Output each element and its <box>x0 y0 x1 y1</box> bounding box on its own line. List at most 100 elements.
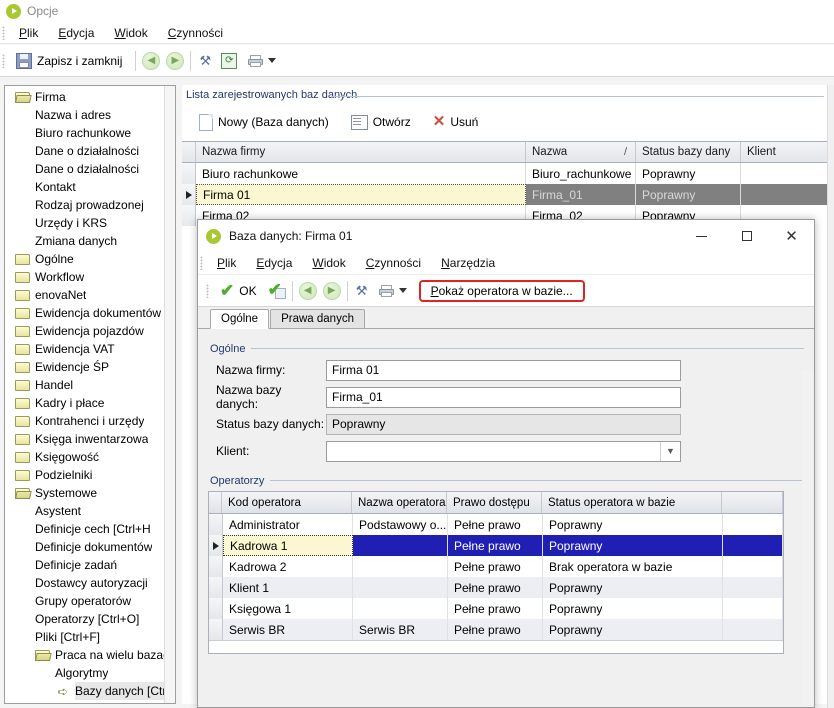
operators-column-header[interactable]: Status operatora w bazie <box>542 492 722 513</box>
tree-item[interactable]: Nazwa i adres <box>5 106 175 124</box>
chevron-down-icon[interactable]: ▼ <box>660 441 680 461</box>
tree-item[interactable]: Workflow <box>5 268 175 286</box>
tree-item[interactable]: Dostawcy autoryzacji <box>5 574 175 592</box>
operator-cell[interactable]: Pełne prawo <box>448 577 543 598</box>
tree-item[interactable]: Dane o działalności <box>5 142 175 160</box>
tree-item[interactable]: Kontrahenci i urzędy <box>5 412 175 430</box>
dialog-vertical-scrollbar[interactable] <box>802 370 813 706</box>
tree-item[interactable]: Ogólne <box>5 250 175 268</box>
operator-row[interactable]: Kadrowa 2 Pełne prawo Brak operatora w baz… <box>209 556 783 577</box>
tree-item[interactable]: Kontakt <box>5 178 175 196</box>
operator-cell[interactable]: Serwis BR <box>353 619 448 640</box>
tree-item[interactable]: Pliki [Ctrl+F] <box>5 628 175 646</box>
dialog-back-arrow-icon[interactable]: ◀ <box>298 281 317 300</box>
table-cell[interactable]: Poprawny <box>636 163 741 184</box>
operator-cell[interactable]: Administrator <box>223 514 353 535</box>
tree-item[interactable]: Definicje cech [Ctrl+H <box>5 520 175 538</box>
operator-row[interactable]: Administrator Podstawowy o... Pełne prawo P… <box>209 514 783 535</box>
tree-item[interactable]: ➪ Bazy danych [Ctrl <box>5 682 175 700</box>
save-and-close-button[interactable]: Zapisz i zamknij <box>9 50 129 72</box>
table-row[interactable]: Firma 01 Firma_01 Poprawny <box>182 184 828 205</box>
refresh-icon[interactable]: ⟳ <box>221 52 238 69</box>
operators-column-header[interactable]: Kod operatora <box>222 492 352 513</box>
dialog-menu-edycja[interactable]: Edycja <box>246 254 302 272</box>
ok-button[interactable]: ✔ OK <box>213 280 264 302</box>
menu-widok[interactable]: Widok <box>104 24 157 42</box>
tree-item[interactable]: Biuro rachunkowe <box>5 124 175 142</box>
tree-item[interactable]: Podzielniki <box>5 466 175 484</box>
operator-row[interactable]: Kadrowa 1 Pełne prawo Poprawny <box>209 535 783 556</box>
table-row[interactable]: Biuro rachunkowe Biuro_rachunkowe Poprawny <box>182 163 828 184</box>
new-database-button[interactable]: Nowy (Baza danych) <box>192 111 336 134</box>
tree-item[interactable]: Księga inwentarzowa <box>5 430 175 448</box>
show-operator-in-database-button[interactable]: Pokaż operatora w bazie... <box>418 279 585 302</box>
table-cell[interactable]: Biuro rachunkowe <box>196 163 526 184</box>
delete-database-button[interactable]: ✕ Usuń <box>426 112 486 132</box>
operator-cell[interactable] <box>353 577 448 598</box>
table-cell[interactable] <box>741 184 828 205</box>
operator-cell[interactable] <box>723 598 783 619</box>
column-header[interactable]: Nazwa firmy <box>196 142 526 162</box>
tree-item[interactable]: Ewidencje ŚP <box>5 358 175 376</box>
dialog-tools-icon[interactable]: ⚒ <box>354 283 370 299</box>
main-window-vertical-scrollbar[interactable] <box>827 85 834 708</box>
tree-scrollbar[interactable] <box>164 86 175 703</box>
tree-item[interactable]: Praca na wielu bazac <box>5 646 175 664</box>
operator-cell[interactable]: Kadrowa 1 <box>223 535 353 556</box>
open-database-button[interactable]: Otwórz <box>344 112 418 133</box>
dialog-menu-narzedzia[interactable]: Narzędzia <box>431 254 505 272</box>
tree-item[interactable]: enovaNet <box>5 286 175 304</box>
menu-czynnosci[interactable]: Czynności <box>158 24 233 42</box>
operator-cell[interactable]: Klient 1 <box>223 577 353 598</box>
dialog-print-chevron-down-icon[interactable] <box>398 288 407 293</box>
back-arrow-icon[interactable]: ◀ <box>142 51 161 70</box>
forward-arrow-icon[interactable]: ▶ <box>166 51 185 70</box>
operator-cell[interactable]: Poprawny <box>543 598 723 619</box>
table-cell[interactable]: Firma 01 <box>196 184 526 205</box>
operator-cell[interactable] <box>723 556 783 577</box>
tab-prawa-danych[interactable]: Prawa danych <box>270 309 365 328</box>
menu-plik[interactable]: Plik <box>9 24 48 42</box>
tree-item[interactable]: Firma <box>5 88 175 106</box>
tree-item[interactable]: Operatorzy [Ctrl+O] <box>5 610 175 628</box>
tree-item[interactable]: Kadry i płace <box>5 394 175 412</box>
operator-cell[interactable]: Poprawny <box>543 514 723 535</box>
tree-item[interactable]: Zmiana danych <box>5 232 175 250</box>
tree-item[interactable]: Systemowe <box>5 484 175 502</box>
operator-row[interactable]: Księgowa 1 Pełne prawo Poprawny <box>209 598 783 619</box>
operator-cell[interactable]: Poprawny <box>543 535 723 556</box>
tree-item[interactable]: Algorytmy <box>5 664 175 682</box>
operator-cell[interactable] <box>353 598 448 619</box>
operator-cell[interactable]: Podstawowy o... <box>353 514 448 535</box>
dialog-print-icon[interactable] <box>378 284 395 298</box>
operator-cell[interactable] <box>723 514 783 535</box>
tree-item[interactable]: Grupy operatorów <box>5 592 175 610</box>
tree-item[interactable]: Ewidencja dokumentów <box>5 304 175 322</box>
operators-column-header[interactable]: Prawo dostępu <box>447 492 542 513</box>
dialog-menu-widok[interactable]: Widok <box>302 254 355 272</box>
table-cell[interactable]: Biuro_rachunkowe <box>526 163 636 184</box>
tree-item[interactable]: Definicje dokumentów <box>5 538 175 556</box>
combo-klient[interactable]: ▼ <box>326 440 681 462</box>
tree-item[interactable]: Rodzaj prowadzonej <box>5 196 175 214</box>
table-cell[interactable]: Firma_01 <box>526 184 636 205</box>
operators-column-header[interactable] <box>722 492 783 513</box>
dialog-menu-plik[interactable]: Plik <box>207 254 246 272</box>
dialog-forward-arrow-icon[interactable]: ▶ <box>322 281 341 300</box>
operator-cell[interactable]: Poprawny <box>543 619 723 640</box>
tree-item[interactable]: Grupy baz danych <box>5 700 175 703</box>
operator-cell[interactable]: Pełne prawo <box>448 514 543 535</box>
minimize-icon[interactable] <box>679 220 724 252</box>
operator-row[interactable]: Serwis BR Serwis BR Pełne prawo Poprawny <box>209 619 783 640</box>
tools-icon[interactable]: ⚒ <box>197 53 213 69</box>
operator-cell[interactable]: Serwis BR <box>223 619 353 640</box>
navigation-tree-panel[interactable]: Firma Nazwa i adres Biuro rachunkowe Dane o… <box>4 85 176 704</box>
operator-cell[interactable] <box>353 556 448 577</box>
tree-item[interactable]: Księgowość <box>5 448 175 466</box>
menu-edycja[interactable]: Edycja <box>48 24 104 42</box>
operator-cell[interactable]: Pełne prawo <box>448 535 543 556</box>
operator-cell[interactable]: Pełne prawo <box>448 556 543 577</box>
tree-item[interactable]: Asystent <box>5 502 175 520</box>
operator-cell[interactable] <box>723 577 783 598</box>
tree-item[interactable]: Handel <box>5 376 175 394</box>
